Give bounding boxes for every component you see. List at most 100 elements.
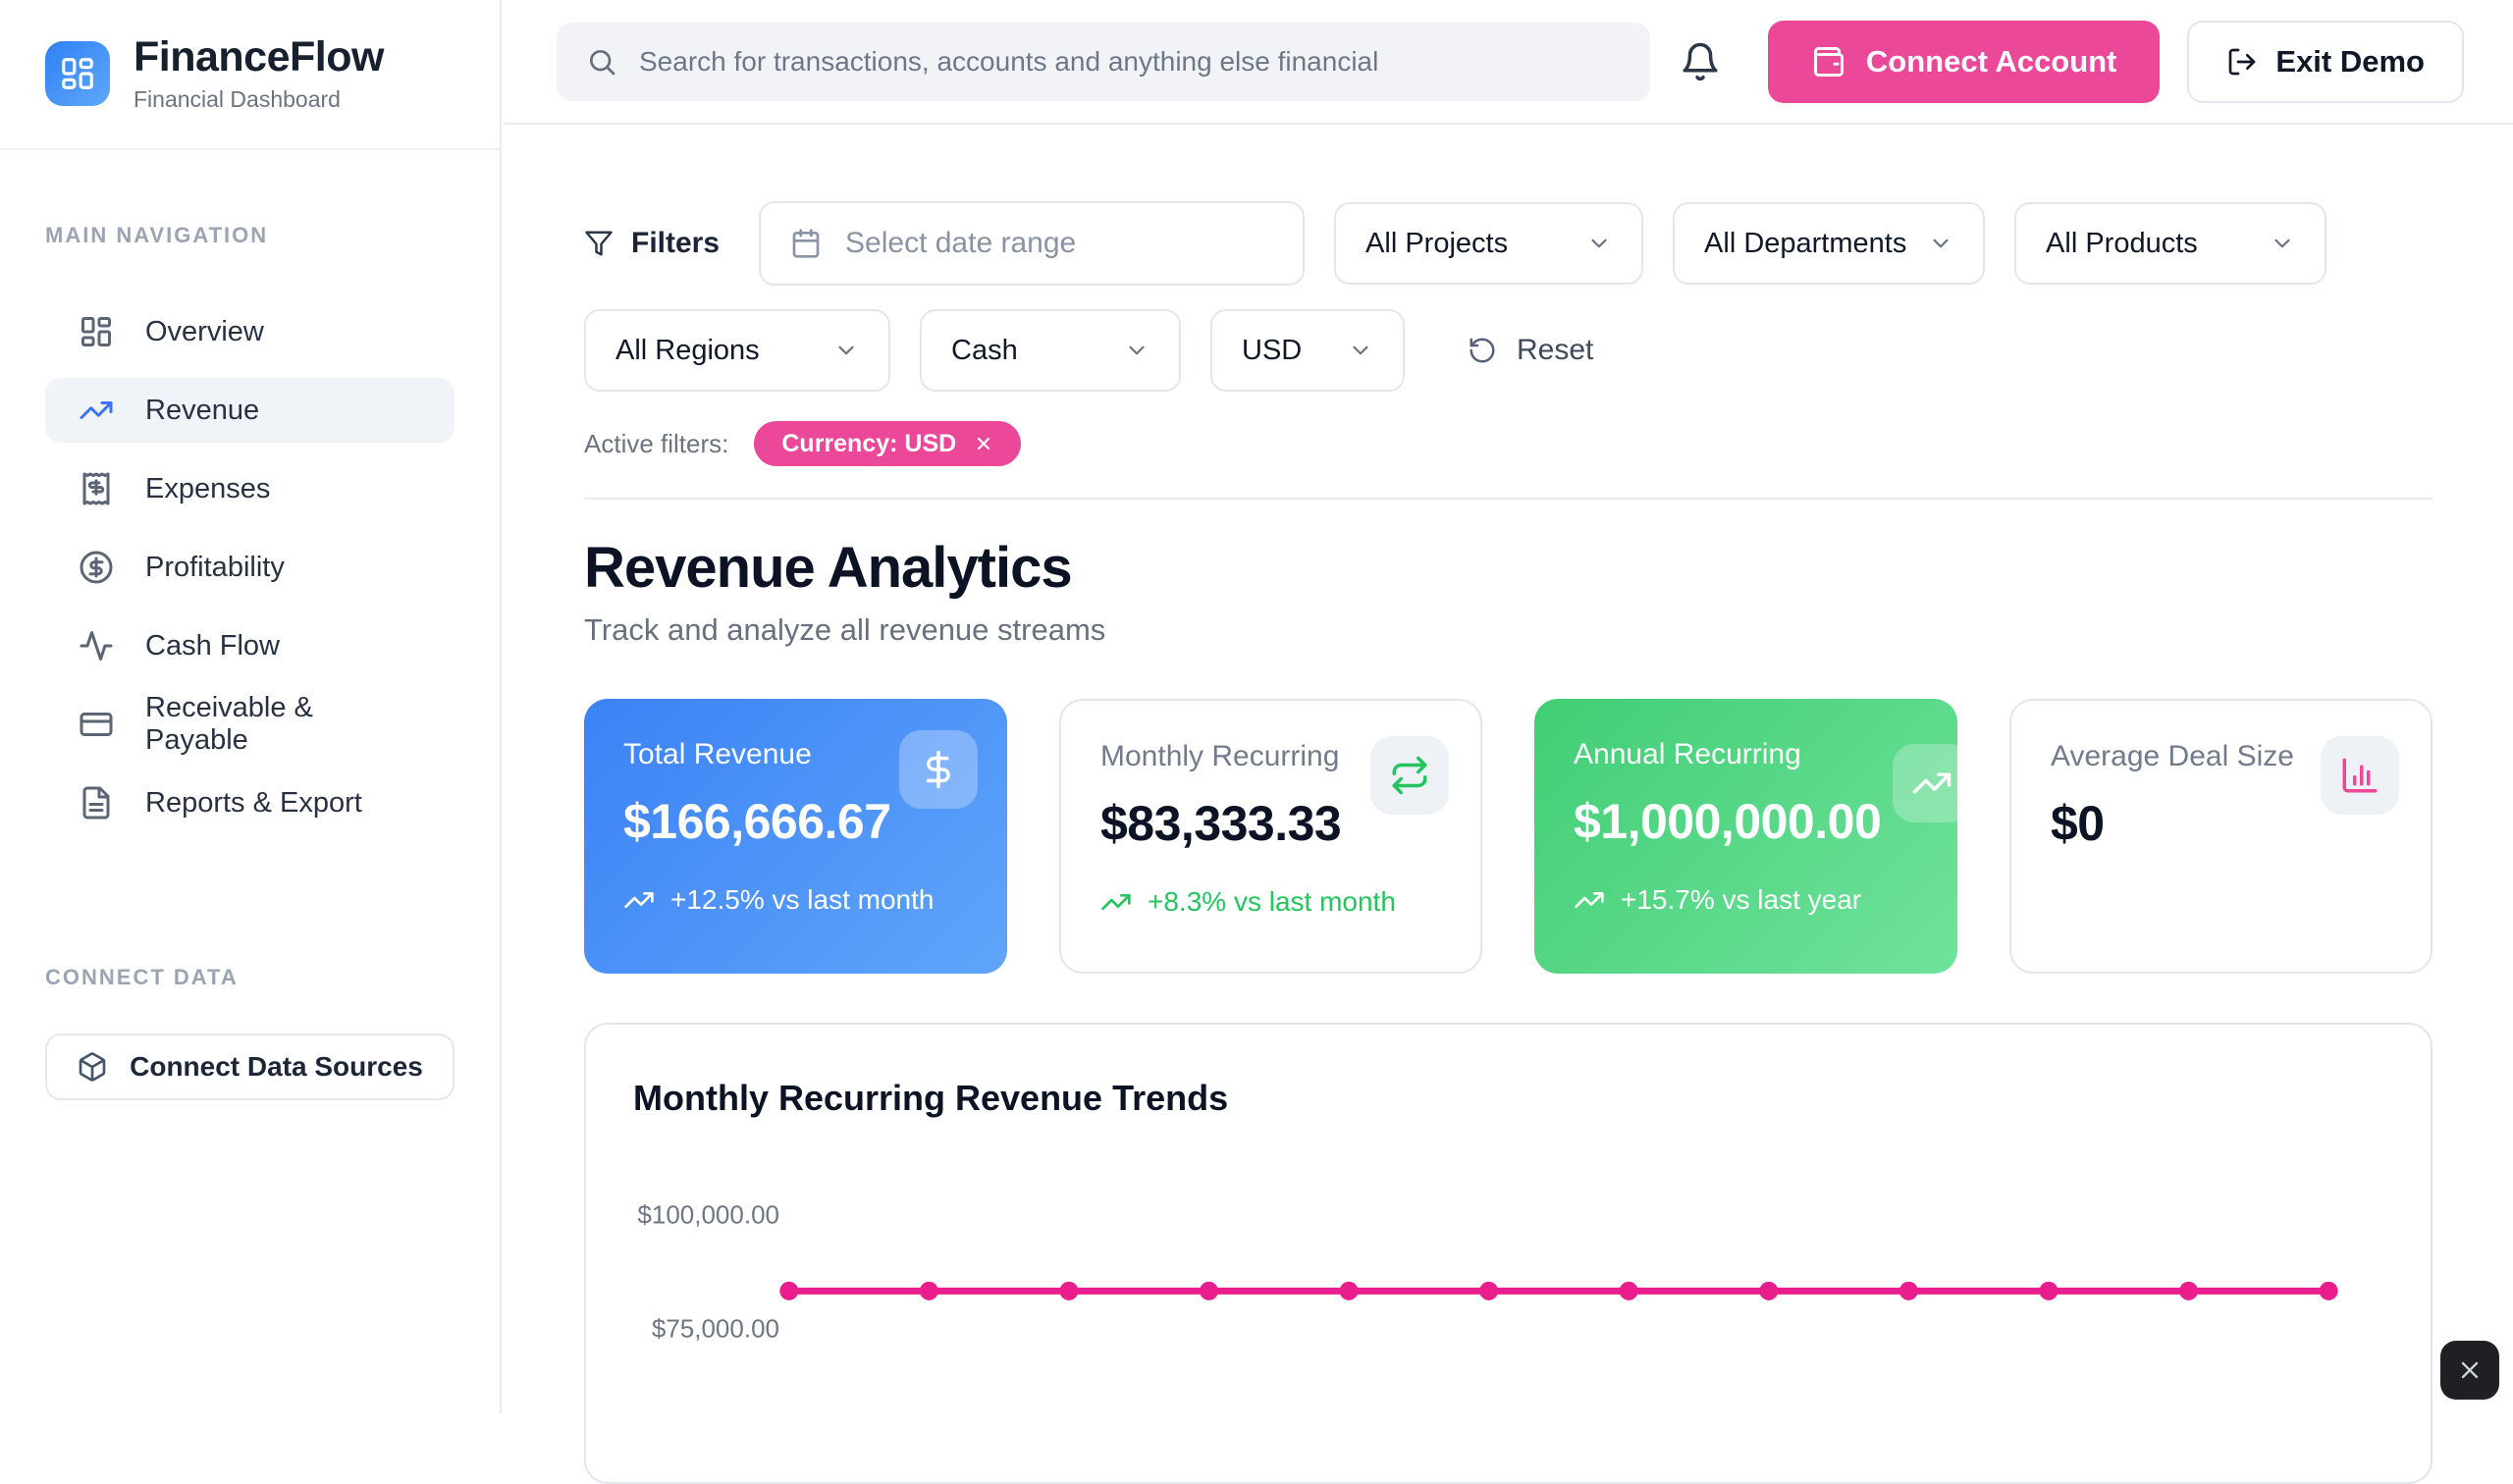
search-input[interactable] (639, 46, 1621, 78)
connect-account-label: Connect Account (1866, 44, 2116, 80)
sidebar-item-revenue[interactable]: Revenue (45, 378, 454, 443)
kpi-trend: +15.7% vs last year (1574, 883, 1918, 917)
kpi-card-total-revenue: Total Revenue $166,666.67 +12.5% vs last… (584, 699, 1007, 974)
kpi-card-average-deal-size: Average Deal Size $0 (2009, 699, 2433, 974)
kpi-card-monthly-recurring: Monthly Recurring $83,333.33 +8.3% vs la… (1059, 699, 1482, 974)
kpi-label: Annual Recurring (1574, 738, 1918, 771)
page-title: Revenue Analytics (584, 535, 2433, 601)
kpi-cards: Total Revenue $166,666.67 +12.5% vs last… (584, 699, 2433, 974)
sidebar-item-expenses[interactable]: Expenses (45, 456, 454, 521)
section-divider (584, 498, 2433, 500)
connect-data-sources-label: Connect Data Sources (130, 1051, 423, 1083)
sidebar-item-label: Expenses (145, 473, 270, 505)
data-point (779, 1282, 798, 1300)
kpi-icon-box (1893, 744, 1957, 822)
sidebar-item-profitability[interactable]: Profitability (45, 535, 454, 600)
filters-row-1: Filters All Projects All Departments All… (584, 201, 2433, 286)
notifications-button[interactable] (1680, 38, 1727, 85)
departments-select-value: All Departments (1704, 228, 1906, 260)
credit-card-icon (79, 707, 114, 742)
accounting-basis-select[interactable]: Cash (920, 309, 1181, 392)
reset-filters-button[interactable]: Reset (1468, 334, 1593, 367)
app-logo-row: FinanceFlow Financial Dashboard (0, 0, 500, 150)
active-filter-chip-currency[interactable]: Currency: USD (754, 421, 1021, 466)
products-select[interactable]: All Products (2014, 202, 2326, 285)
data-point (1759, 1282, 1778, 1300)
sidebar: FinanceFlow Financial Dashboard MAIN NAV… (0, 0, 502, 1413)
close-icon[interactable] (974, 434, 993, 453)
active-filters-row: Active filters: Currency: USD (584, 421, 2433, 466)
exit-demo-button[interactable]: Exit Demo (2187, 21, 2464, 103)
departments-select[interactable]: All Departments (1673, 202, 1985, 285)
accounting-basis-select-value: Cash (951, 335, 1018, 367)
sidebar-item-label: Revenue (145, 395, 259, 427)
connect-data-section-label: CONNECT DATA (45, 965, 454, 990)
data-point (1479, 1282, 1498, 1300)
bar-chart-icon (2339, 755, 2380, 796)
trending-up-icon (1911, 763, 1952, 804)
data-point (1059, 1282, 1078, 1300)
sidebar-item-cash-flow[interactable]: Cash Flow (45, 613, 454, 678)
currency-select[interactable]: USD (1210, 309, 1405, 392)
repeat-icon (1389, 755, 1430, 796)
chevron-down-icon (2270, 231, 2295, 256)
date-range-input[interactable] (845, 227, 1273, 260)
kpi-trend-label: +15.7% vs last year (1621, 883, 1861, 917)
sidebar-item-overview[interactable]: Overview (45, 299, 454, 364)
products-select-value: All Products (2046, 228, 2198, 260)
trending-up-icon (623, 884, 655, 916)
projects-select[interactable]: All Projects (1334, 202, 1643, 285)
sidebar-item-reports-export[interactable]: Reports & Export (45, 770, 454, 835)
sidebar-item-label: Cash Flow (145, 630, 280, 662)
sidebar-item-receivable-payable[interactable]: Receivable & Payable (45, 692, 454, 757)
regions-select-value: All Regions (615, 335, 760, 367)
chevron-down-icon (1348, 338, 1373, 363)
data-point (920, 1282, 938, 1300)
data-point (1200, 1282, 1218, 1300)
file-text-icon (79, 785, 114, 821)
logout-icon (2226, 46, 2258, 78)
close-overlay-button[interactable] (2440, 1341, 2499, 1400)
active-filters-label: Active filters: (584, 429, 728, 459)
data-point (1620, 1282, 1638, 1300)
dashboard-grid-icon (79, 314, 114, 349)
kpi-icon-box (899, 730, 978, 809)
chevron-down-icon (1928, 231, 1953, 256)
app-logo-dashboard-grid-icon (45, 41, 110, 106)
page-subtitle: Track and analyze all revenue streams (584, 612, 2433, 648)
chevron-down-icon (833, 338, 859, 363)
kpi-icon-box (1370, 736, 1449, 815)
dollar-circle-icon (79, 550, 114, 585)
kpi-trend: +8.3% vs last month (1100, 885, 1424, 919)
kpi-trend-label: +8.3% vs last month (1148, 885, 1396, 919)
top-bar: Connect Account Exit Demo (504, 0, 2513, 125)
nav-section-label: MAIN NAVIGATION (45, 223, 454, 248)
data-point (2320, 1282, 2338, 1300)
activity-icon (79, 628, 114, 663)
dollar-sign-icon (918, 749, 959, 790)
trending-up-icon (79, 393, 114, 428)
mrr-trends-chart-card: Monthly Recurring Revenue Trends $100,00… (584, 1023, 2433, 1484)
wallet-icon (1811, 44, 1846, 80)
main-navigation: MAIN NAVIGATION Overview Revenue Expense… (0, 150, 500, 1100)
kpi-trend: +12.5% vs last month (623, 883, 947, 917)
trending-up-icon (1100, 886, 1132, 918)
close-icon (2456, 1356, 2484, 1384)
date-range-picker[interactable] (759, 201, 1305, 286)
connect-account-button[interactable]: Connect Account (1768, 21, 2160, 103)
mrr-line-chart[interactable] (586, 1025, 2431, 1482)
funnel-icon (584, 229, 614, 258)
data-point (2179, 1282, 2198, 1300)
chevron-down-icon (1124, 338, 1150, 363)
global-search[interactable] (557, 23, 1650, 101)
cube-icon (77, 1051, 108, 1083)
kpi-value: $1,000,000.00 (1574, 793, 1918, 850)
connect-data-sources-button[interactable]: Connect Data Sources (45, 1034, 454, 1100)
regions-select[interactable]: All Regions (584, 309, 890, 392)
kpi-icon-box (2321, 736, 2399, 815)
filters-title: Filters (584, 227, 720, 260)
chip-label: Currency: USD (781, 430, 956, 458)
app-name: FinanceFlow (134, 33, 384, 81)
sidebar-item-label: Reports & Export (145, 787, 362, 820)
data-point (2039, 1282, 2058, 1300)
